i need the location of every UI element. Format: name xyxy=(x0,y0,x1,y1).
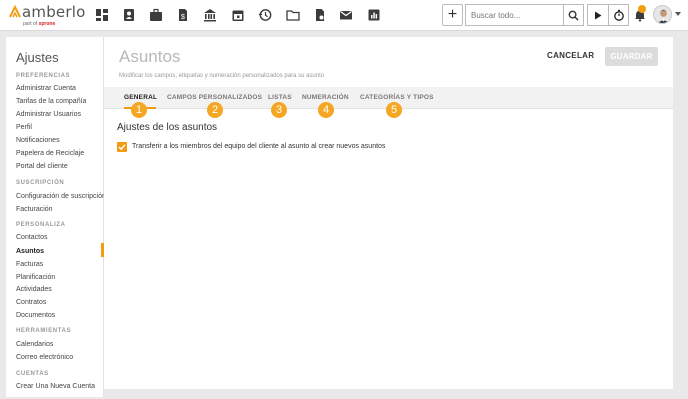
sidebar-item-planificacion[interactable]: Planificación xyxy=(16,274,55,281)
tab-general[interactable]: GENERAL xyxy=(124,94,157,101)
sidebar-item-notificaciones[interactable]: Notificaciones xyxy=(16,137,60,144)
tagline-brand: xprone xyxy=(38,21,56,27)
sidebar-item-portal-cliente[interactable]: Portal del cliente xyxy=(16,163,68,170)
sidebar-item-correo[interactable]: Correo electrónico xyxy=(16,354,73,361)
sidebar-item-asuntos[interactable]: Asuntos xyxy=(16,248,44,255)
sidebar-item-administrar-usuarios[interactable]: Administrar Usuarios xyxy=(16,111,81,118)
sidebar-item-documentos[interactable]: Documentos xyxy=(16,312,55,319)
chevron-down-icon[interactable] xyxy=(675,12,681,16)
search-button[interactable] xyxy=(563,4,584,26)
save-button[interactable]: GUARDAR xyxy=(605,47,658,66)
transfer-team-checkbox-label: Transferir a los miembros del equipo del… xyxy=(132,143,386,150)
sidebar-item-config-suscripcion[interactable]: Configuración de suscripción xyxy=(16,193,106,200)
sidebar-section-herramientas: HERRAMIENTAS xyxy=(16,328,72,334)
calendar-icon[interactable] xyxy=(230,7,246,23)
sidebar-item-papelera[interactable]: Papelera de Reciclaje xyxy=(16,150,84,157)
tab-badge-1: 1 xyxy=(131,102,147,118)
invoice-icon[interactable]: $ xyxy=(175,7,191,23)
sidebar-item-actividades[interactable]: Actividades xyxy=(16,286,52,293)
tab-campos-personalizados[interactable]: CAMPOS PERSONALIZADOS xyxy=(167,94,262,101)
play-icon xyxy=(595,11,602,19)
tab-listas[interactable]: LISTAS xyxy=(268,94,292,101)
settings-sidebar: Ajustes PREFERENCIAS Administrar Cuenta … xyxy=(6,37,106,397)
checkmark-icon xyxy=(118,144,126,151)
sidebar-item-crear-cuenta[interactable]: Crear Una Nueva Cuenta xyxy=(16,383,95,390)
sidebar-section-personaliza: PERSONALIZA xyxy=(16,222,66,228)
sidebar-item-administrar-cuenta[interactable]: Administrar Cuenta xyxy=(16,85,76,92)
tab-badge-4: 4 xyxy=(318,102,334,118)
sidebar-item-facturas[interactable]: Facturas xyxy=(16,261,43,268)
tab-categorias-tipos[interactable]: CATEGORÍAS Y TIPOS xyxy=(360,94,434,101)
user-avatar[interactable] xyxy=(653,5,672,24)
sidebar-item-perfil[interactable]: Perfil xyxy=(16,124,32,131)
amberlo-logo-icon xyxy=(9,5,21,18)
start-timer-button[interactable] xyxy=(587,4,608,26)
page-title: Asuntos xyxy=(119,47,181,66)
tab-badge-3: 3 xyxy=(271,102,287,118)
brand-tagline: part of xprone xyxy=(23,21,55,27)
history-icon[interactable] xyxy=(257,7,273,23)
tab-numeracion[interactable]: NUMERACIÓN xyxy=(302,94,349,101)
document-icon[interactable] xyxy=(312,7,328,23)
page-subtitle: Modificar los campos, etiquetas y numera… xyxy=(119,73,325,79)
create-new-button[interactable]: + xyxy=(442,4,463,26)
briefcase-icon[interactable] xyxy=(148,7,164,23)
sidebar-item-contactos[interactable]: Contactos xyxy=(16,234,48,241)
sidebar-title: Ajustes xyxy=(16,50,59,65)
main-panel: Asuntos Modificar los campos, etiquetas … xyxy=(104,37,673,389)
tab-badge-2: 2 xyxy=(207,102,223,118)
svg-text:$: $ xyxy=(181,14,185,21)
tab-badge-5: 5 xyxy=(386,102,402,118)
stopwatch-button[interactable] xyxy=(608,4,629,26)
tagline-prefix: part of xyxy=(23,21,38,27)
mail-icon[interactable] xyxy=(338,7,354,23)
sidebar-item-calendarios[interactable]: Calendarios xyxy=(16,341,53,348)
reports-icon[interactable] xyxy=(366,7,382,23)
transfer-team-checkbox[interactable] xyxy=(117,142,127,152)
search-icon xyxy=(568,10,579,21)
sidebar-section-cuentas: CUENTAS xyxy=(16,371,49,377)
avatar-icon xyxy=(657,9,670,23)
brand-name: amberlo xyxy=(22,3,86,21)
sidebar-item-facturacion[interactable]: Facturación xyxy=(16,206,53,213)
sidebar-section-suscripcion: SUSCRIPCIÓN xyxy=(16,180,65,186)
section-title: Ajustes de los asuntos xyxy=(117,122,218,133)
contacts-icon[interactable] xyxy=(121,7,137,23)
sidebar-section-preferencias: PREFERENCIAS xyxy=(16,73,71,79)
sidebar-item-contratos[interactable]: Contratos xyxy=(16,299,46,306)
stopwatch-icon xyxy=(613,9,624,21)
top-bar: amberlo part of xprone $ + Buscar todo..… xyxy=(0,0,688,31)
sidebar-item-tarifas[interactable]: Tarifas de la compañía xyxy=(16,98,86,105)
dashboard-icon[interactable] xyxy=(94,7,110,23)
bank-icon[interactable] xyxy=(202,7,218,23)
cancel-button[interactable]: CANCELAR xyxy=(547,51,594,60)
global-search-input[interactable]: Buscar todo... xyxy=(465,4,563,26)
folder-icon[interactable] xyxy=(285,7,301,23)
notification-badge xyxy=(638,5,646,13)
